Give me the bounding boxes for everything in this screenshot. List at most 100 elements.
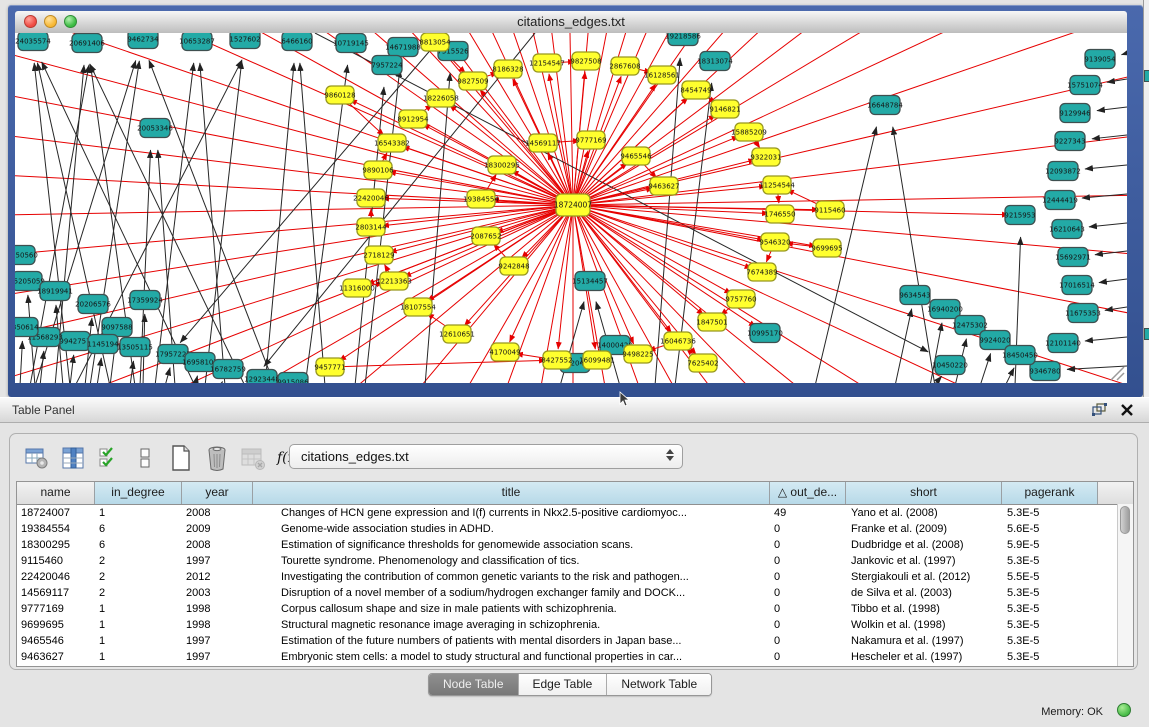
- graph-node[interactable]: 7625402: [687, 354, 718, 372]
- graph-node[interactable]: 15692971: [1055, 248, 1091, 267]
- graph-node[interactable]: 16099481: [579, 351, 615, 369]
- tab-edge-table[interactable]: Edge Table: [518, 674, 607, 695]
- graph-node[interactable]: 9227343: [1054, 132, 1085, 151]
- graph-node[interactable]: 9322031: [750, 148, 781, 166]
- table-row[interactable]: 977716911998Corpus callosum shape and si…: [17, 601, 1133, 617]
- graph-node[interactable]: 19384554: [463, 190, 499, 208]
- table-row[interactable]: 1830029562008Estimation of significance …: [17, 537, 1133, 553]
- resize-grip-icon[interactable]: [1109, 365, 1125, 381]
- graph-node[interactable]: 20206576: [75, 295, 111, 314]
- column-header-6[interactable]: pagerank: [1002, 482, 1098, 504]
- graph-node[interactable]: 9942757: [59, 332, 90, 351]
- table-row[interactable]: 911546021997Tourette syndrome. Phenomeno…: [17, 553, 1133, 569]
- graph-node[interactable]: 15134457: [572, 272, 608, 291]
- graph-node[interactable]: 20550560: [15, 246, 38, 265]
- graph-node[interactable]: 4170049: [489, 343, 520, 361]
- graph-node[interactable]: 2867608: [609, 57, 640, 75]
- graph-node[interactable]: 18450450: [1002, 346, 1038, 365]
- graph-node[interactable]: 24035574: [15, 33, 51, 51]
- tab-network-table[interactable]: Network Table: [606, 674, 711, 695]
- graph-node[interactable]: 9498225: [622, 345, 653, 363]
- graph-node[interactable]: 1847501: [696, 313, 727, 331]
- graph-node[interactable]: 16782759: [210, 360, 246, 379]
- graph-node[interactable]: 11254544: [759, 176, 795, 194]
- graph-node[interactable]: 8427552: [541, 351, 572, 369]
- graph-node[interactable]: 12093872: [1045, 162, 1081, 181]
- graph-node[interactable]: 16210643: [1049, 220, 1085, 239]
- graph-node[interactable]: 9139054: [1084, 50, 1116, 69]
- graph-node[interactable]: 16046736: [660, 332, 696, 350]
- graph-node[interactable]: 9915086: [277, 373, 309, 384]
- graph-node[interactable]: 18919941: [37, 282, 73, 301]
- float-panel-icon[interactable]: [1092, 403, 1107, 416]
- graph-node[interactable]: 20053346: [137, 119, 173, 138]
- graph-node[interactable]: 12154547: [529, 54, 565, 72]
- graph-node[interactable]: 9699695: [811, 239, 842, 257]
- graph-node[interactable]: 18724007: [554, 194, 592, 216]
- graph-node[interactable]: 9827508: [570, 52, 601, 70]
- graph-node[interactable]: 14671988: [385, 38, 421, 57]
- graph-node[interactable]: 9462734: [127, 33, 159, 49]
- column-header-5[interactable]: short: [846, 482, 1002, 504]
- new-document-icon[interactable]: [168, 445, 194, 471]
- graph-node[interactable]: 1145194: [87, 335, 119, 354]
- table-row[interactable]: 946362711997Embryonic stem cells: a mode…: [17, 649, 1133, 665]
- graph-node[interactable]: 1746550: [764, 205, 795, 223]
- graph-node[interactable]: 12610651: [439, 325, 475, 343]
- graph-node[interactable]: 12101140: [1045, 334, 1081, 353]
- graph-node[interactable]: 2087652: [470, 227, 501, 245]
- graph-node[interactable]: 15885209: [731, 123, 767, 141]
- graph-node[interactable]: 9215953: [1004, 206, 1035, 225]
- table-row[interactable]: 1456911722003Disruption of a novel membe…: [17, 585, 1133, 601]
- graph-node[interactable]: 6466160: [281, 33, 312, 51]
- graph-node[interactable]: 9457771: [314, 358, 345, 376]
- graph-node[interactable]: 9097588: [101, 318, 132, 337]
- delete-entries-icon[interactable]: [204, 445, 230, 471]
- citation-network-graph[interactable]: 2403557420691406946273410653287152760264…: [15, 33, 1127, 383]
- graph-node[interactable]: 10719145: [333, 34, 369, 53]
- graph-node[interactable]: 12444419: [1042, 191, 1078, 210]
- scrollbar-thumb[interactable]: [1120, 506, 1130, 534]
- merge-rows-icon[interactable]: [132, 445, 158, 471]
- column-header-3[interactable]: title: [253, 482, 770, 504]
- table-row[interactable]: 1938455462009Genome-wide association stu…: [17, 521, 1133, 537]
- graph-node[interactable]: 11316000: [339, 279, 375, 297]
- graph-node[interactable]: 22420046: [353, 189, 389, 207]
- graph-node[interactable]: 10450220: [932, 356, 968, 375]
- tab-node-table[interactable]: Node Table: [429, 674, 518, 695]
- table-selector-dropdown[interactable]: citations_edges.txt: [289, 444, 683, 469]
- graph-node[interactable]: 2803144: [355, 218, 387, 236]
- column-header-1[interactable]: in_degree: [95, 482, 182, 504]
- column-header-4[interactable]: △ out_de...: [770, 482, 846, 504]
- network-canvas[interactable]: 2403557420691406946273410653287152760264…: [15, 33, 1127, 383]
- graph-node[interactable]: 9546320: [759, 233, 790, 251]
- graph-node[interactable]: 14569117: [525, 134, 561, 152]
- table-row[interactable]: 969969511998Structural magnetic resonanc…: [17, 617, 1133, 633]
- table-row[interactable]: 2242004622012Investigating the contribut…: [17, 569, 1133, 585]
- graph-node[interactable]: 9890106: [362, 161, 394, 179]
- graph-node[interactable]: 9827509: [457, 72, 488, 90]
- graph-node[interactable]: 1527602: [229, 33, 260, 49]
- graph-node[interactable]: 17016514: [1059, 276, 1095, 295]
- graph-node[interactable]: 15751074: [1067, 76, 1103, 95]
- graph-node[interactable]: 7957224: [371, 56, 403, 75]
- graph-node[interactable]: 16543382: [374, 134, 410, 152]
- graph-node[interactable]: 11675353: [1065, 304, 1101, 323]
- graph-node[interactable]: 8813054: [419, 33, 451, 51]
- graph-node[interactable]: 18313074: [697, 52, 733, 71]
- graph-node[interactable]: 16648784: [867, 96, 903, 115]
- graph-node[interactable]: 9146821: [709, 100, 740, 118]
- table-scrollbar[interactable]: [1117, 504, 1133, 666]
- graph-node[interactable]: 20691406: [69, 34, 105, 53]
- graph-node[interactable]: 19218586: [665, 33, 701, 46]
- graph-node[interactable]: 1350614: [15, 318, 39, 337]
- graph-node[interactable]: 10995170: [747, 324, 783, 343]
- graph-node[interactable]: 9465546: [620, 147, 652, 165]
- graph-node[interactable]: 9860128: [324, 86, 355, 104]
- graph-node[interactable]: 18300295: [484, 156, 520, 174]
- column-header-0[interactable]: name: [17, 482, 95, 504]
- graph-node[interactable]: 8454749: [680, 81, 711, 99]
- graph-node[interactable]: 9346780: [1029, 362, 1060, 381]
- graph-node[interactable]: 2718129: [363, 246, 394, 264]
- graph-node[interactable]: 13505115: [117, 338, 153, 357]
